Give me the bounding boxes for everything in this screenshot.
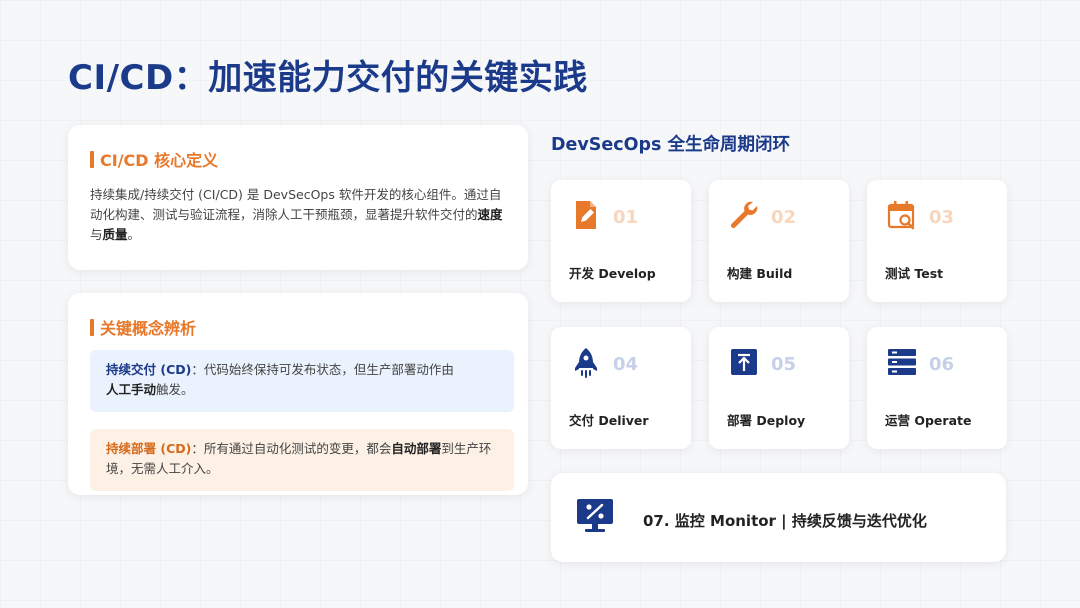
step-number: 05 — [771, 354, 797, 375]
step-test-card: 03 测试 Test — [867, 180, 1007, 302]
continuous-delivery-text: 代码始终保持可发布状态，但生产部署动作由 — [203, 362, 454, 377]
monitor-card: 07. 监控 Monitor | 持续反馈与迭代优化 — [551, 473, 1006, 562]
step-number: 02 — [771, 207, 797, 228]
step-deliver-card: 04 交付 Deliver — [551, 327, 691, 449]
concepts-heading: 关键概念辨析 — [90, 315, 196, 339]
lifecycle-title: DevSecOps 全生命周期闭环 — [551, 135, 791, 155]
continuous-delivery-term: 持续交付 (CD) — [106, 362, 192, 377]
upload-box-icon — [731, 349, 757, 375]
continuous-deployment-term: 持续部署 (CD) — [106, 441, 192, 456]
definition-body: 持续集成/持续交付 (CI/CD) 是 DevSecOps 软件开发的核心组件。… — [90, 187, 502, 222]
step-number: 01 — [613, 207, 639, 228]
rocket-icon — [575, 348, 597, 378]
definition-heading: CI/CD 核心定义 — [90, 147, 218, 171]
step-label: 构建 Build — [727, 266, 793, 281]
step-number: 03 — [929, 207, 955, 228]
server-icon — [888, 349, 916, 375]
monitor-percent-icon — [577, 499, 613, 532]
edit-document-icon — [576, 201, 596, 229]
step-label: 测试 Test — [885, 266, 944, 281]
colon: ： — [191, 441, 204, 456]
step-build-card: 02 构建 Build — [709, 180, 849, 302]
colon: ： — [191, 362, 204, 377]
definition-emphasis-speed: 速度 — [477, 207, 503, 222]
step-develop-card: 01 开发 Develop — [551, 180, 691, 302]
definition-end: 。 — [127, 227, 141, 242]
concepts-heading-text: 关键概念辨析 — [100, 319, 197, 338]
accent-bar — [90, 318, 94, 336]
monitor-label: 07. 监控 Monitor | 持续反馈与迭代优化 — [643, 512, 927, 530]
step-label: 部署 Deploy — [727, 413, 806, 428]
continuous-delivery-emphasis: 人工手动 — [106, 382, 157, 397]
continuous-delivery-tail: 触发。 — [156, 382, 194, 397]
wrench-icon — [731, 201, 758, 228]
step-number: 04 — [613, 354, 639, 375]
continuous-deployment-box: 持续部署 (CD)：所有通过自动化测试的变更，都会自动部署到生产环境，无需人工介… — [90, 429, 514, 491]
definition-card: CI/CD 核心定义 持续集成/持续交付 (CI/CD) 是 DevSecOps… — [68, 125, 528, 270]
step-operate-card: 06 运营 Operate — [867, 327, 1007, 449]
definition-text: 持续集成/持续交付 (CI/CD) 是 DevSecOps 软件开发的核心组件。… — [90, 185, 510, 245]
step-label: 运营 Operate — [885, 413, 972, 428]
accent-bar — [90, 150, 94, 168]
definition-heading-text: CI/CD 核心定义 — [100, 151, 219, 170]
step-deploy-card: 05 部署 Deploy — [709, 327, 849, 449]
definition-emphasis-quality: 质量 — [102, 227, 128, 242]
step-number: 06 — [929, 354, 955, 375]
continuous-delivery-box: 持续交付 (CD)：代码始终保持可发布状态，但生产部署动作由人工手动触发。 — [90, 350, 514, 412]
step-label: 交付 Deliver — [569, 413, 649, 428]
continuous-deployment-emphasis: 自动部署 — [391, 441, 442, 456]
calendar-search-icon — [887, 201, 915, 230]
concepts-card: 关键概念辨析 持续交付 (CD)：代码始终保持可发布状态，但生产部署动作由 人工手… — [68, 293, 528, 495]
continuous-deployment-text: 所有通过自动化测试的变更，都会 — [203, 441, 392, 456]
definition-connector: 与 — [90, 227, 103, 242]
step-label: 开发 Develop — [569, 266, 656, 281]
slide-title: CI/CD：加速能力交付的关键实践 — [68, 58, 588, 98]
